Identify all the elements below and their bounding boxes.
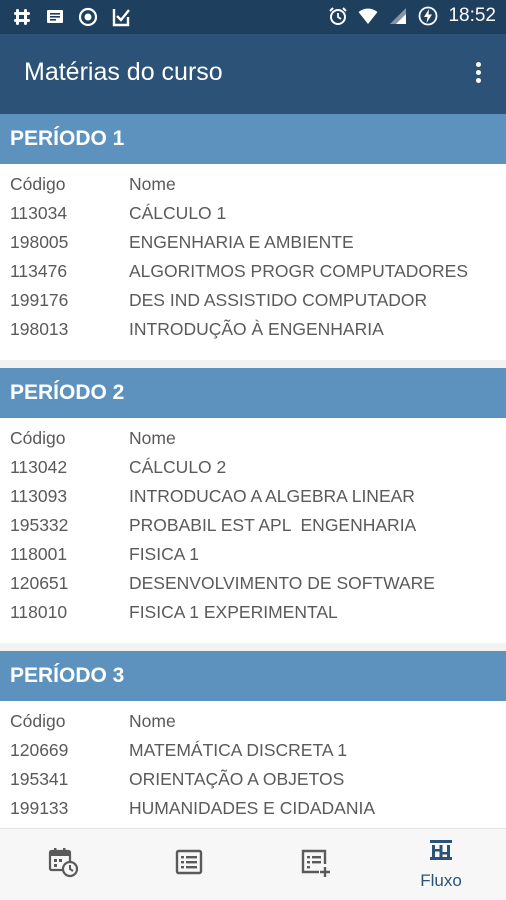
course-name: PROBABIL EST APL ENGENHARIA bbox=[129, 515, 417, 535]
course-row[interactable]: 199176 DES IND ASSISTIDO COMPUTADOR bbox=[0, 286, 506, 315]
course-code: 118001 bbox=[10, 544, 68, 564]
course-name: ENGENHARIA E AMBIENTE bbox=[129, 232, 354, 252]
course-row[interactable]: 199133 HUMANIDADES E CIDADANIA bbox=[0, 794, 506, 823]
list-view-icon bbox=[175, 849, 203, 875]
course-row[interactable]: 198013 INTRODUÇÃO À ENGENHARIA bbox=[0, 315, 506, 344]
course-code: 198013 bbox=[10, 319, 69, 339]
course-code: 195341 bbox=[10, 769, 69, 789]
nav-item-flow[interactable]: Fluxo bbox=[378, 829, 504, 900]
battery-charging-icon bbox=[419, 6, 438, 26]
course-row[interactable]: 118010 FISICA 1 EXPERIMENTAL bbox=[0, 598, 506, 627]
course-code: 113476 bbox=[10, 261, 68, 281]
nav-label-flow: Fluxo bbox=[420, 871, 462, 890]
course-list[interactable]: PERÍODO 1 Código Nome 113034 CÁLCULO 1 19… bbox=[0, 114, 506, 828]
period-header: PERÍODO 1 bbox=[0, 114, 506, 164]
course-name: MATEMÁTICA DISCRETA 1 bbox=[129, 740, 348, 760]
column-header-row: Código Nome bbox=[0, 170, 506, 199]
flow-icon bbox=[430, 840, 452, 860]
course-name: CÁLCULO 2 bbox=[129, 457, 227, 477]
course-row[interactable]: 198005 ENGENHARIA E AMBIENTE bbox=[0, 228, 506, 257]
column-code-header: Código bbox=[10, 711, 66, 731]
course-row[interactable]: 120669 MATEMÁTICA DISCRETA 1 bbox=[0, 736, 506, 765]
slack-icon bbox=[14, 9, 30, 25]
course-name: DES IND ASSISTIDO COMPUTADOR bbox=[129, 290, 428, 310]
record-icon bbox=[78, 7, 98, 27]
column-header-row: Código Nome bbox=[0, 707, 506, 736]
calendar-clock-icon bbox=[48, 848, 79, 878]
course-name: INTRODUCAO A ALGEBRA LINEAR bbox=[129, 486, 415, 506]
course-row[interactable]: 113093 INTRODUCAO A ALGEBRA LINEAR bbox=[0, 482, 506, 511]
period-header: PERÍODO 2 bbox=[0, 368, 506, 418]
nav-item-list[interactable] bbox=[126, 829, 252, 900]
page-title: Matérias do curso bbox=[24, 58, 223, 86]
signal-icon bbox=[390, 8, 407, 24]
tick-app-icon bbox=[112, 9, 130, 27]
status-bar: 18:52 bbox=[0, 0, 506, 34]
course-code: 195332 bbox=[10, 515, 69, 535]
course-code: 113042 bbox=[10, 457, 68, 477]
course-name: INTRODUÇÃO À ENGENHARIA bbox=[129, 319, 384, 339]
column-name-header: Nome bbox=[129, 711, 176, 731]
course-row[interactable]: 113476 ALGORITMOS PROGR COMPUTADORES bbox=[0, 257, 506, 286]
course-code: 120651 bbox=[10, 573, 69, 593]
course-row[interactable]: 118001 FISICA 1 bbox=[0, 540, 506, 569]
course-code: 199133 bbox=[10, 798, 69, 818]
app-bar: Matérias do curso bbox=[0, 34, 506, 114]
column-name-header: Nome bbox=[129, 174, 176, 194]
list-add-icon bbox=[301, 849, 330, 877]
clock: 18:52 bbox=[448, 5, 496, 26]
course-code: 199176 bbox=[10, 290, 69, 310]
course-code: 118010 bbox=[10, 602, 68, 622]
message-icon bbox=[47, 10, 63, 23]
course-row[interactable]: 120651 DESENVOLVIMENTO DE SOFTWARE bbox=[0, 569, 506, 598]
period-section: PERÍODO 1 Código Nome 113034 CÁLCULO 1 19… bbox=[0, 114, 506, 360]
course-name: ALGORITMOS PROGR COMPUTADORES bbox=[129, 261, 469, 281]
course-row[interactable]: 195341 ORIENTAÇÃO A OBJETOS bbox=[0, 765, 506, 794]
period-section: PERÍODO 2 Código Nome 113042 CÁLCULO 2 11… bbox=[0, 368, 506, 643]
wifi-icon bbox=[358, 8, 378, 24]
course-name: FISICA 1 bbox=[129, 544, 200, 564]
course-name: DESENVOLVIMENTO DE SOFTWARE bbox=[129, 573, 435, 593]
nav-item-schedule[interactable] bbox=[0, 829, 126, 900]
course-row[interactable]: 113034 CÁLCULO 1 bbox=[0, 199, 506, 228]
course-code: 113034 bbox=[10, 203, 68, 223]
course-code: 198005 bbox=[10, 232, 69, 252]
column-code-header: Código bbox=[10, 174, 66, 194]
course-name: ORIENTAÇÃO A OBJETOS bbox=[129, 769, 345, 789]
course-row[interactable]: 113042 CÁLCULO 2 bbox=[0, 453, 506, 482]
course-code: 113093 bbox=[10, 486, 68, 506]
column-name-header: Nome bbox=[129, 428, 176, 448]
course-name: FISICA 1 EXPERIMENTAL bbox=[129, 602, 338, 622]
course-code: 120669 bbox=[10, 740, 69, 760]
course-name: HUMANIDADES E CIDADANIA bbox=[129, 798, 376, 818]
column-code-header: Código bbox=[10, 428, 66, 448]
course-row[interactable]: 195332 PROBABIL EST APL ENGENHARIA bbox=[0, 511, 506, 540]
column-header-row: Código Nome bbox=[0, 424, 506, 453]
period-header: PERÍODO 3 bbox=[0, 651, 506, 701]
course-name: CÁLCULO 1 bbox=[129, 203, 227, 223]
more-vert-icon[interactable] bbox=[468, 59, 488, 89]
period-section: PERÍODO 3 Código Nome 120669 MATEMÁTICA D… bbox=[0, 651, 506, 828]
nav-item-add[interactable] bbox=[252, 829, 378, 900]
alarm-icon bbox=[329, 7, 348, 25]
bottom-navigation: Fluxo bbox=[0, 828, 506, 900]
